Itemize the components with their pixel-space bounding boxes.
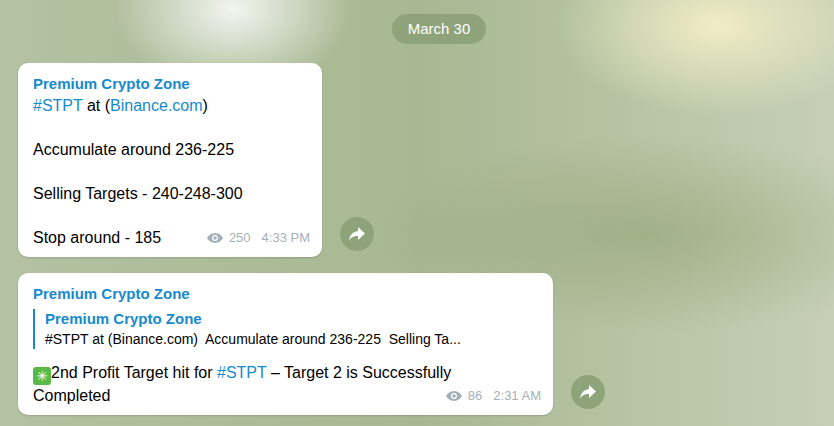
reply-bar (33, 309, 35, 349)
reply-text: #STPT at (Binance.com) Accumulate around… (45, 329, 461, 349)
line-text: ✳2nd Profit Target hit for #STPT – Targe… (33, 362, 451, 385)
line-text: Stop around - 185 (33, 227, 161, 249)
views-count: 86 (468, 385, 482, 407)
text-span: – Target 2 is Successfully (267, 364, 452, 381)
line-text: Accumulate around 236-225 (33, 139, 234, 161)
text-span: Selling Targets - 240-248-300 (33, 185, 243, 202)
message-row: Premium Crypto Zone#STPT at (Binance.com… (18, 63, 834, 257)
line-text: Selling Targets - 240-248-300 (33, 183, 243, 205)
text-span: Accumulate around 236-225 (33, 141, 234, 158)
message-row: Premium Crypto ZonePremium Crypto Zone#S… (18, 273, 834, 415)
sender-name[interactable]: Premium Crypto Zone (33, 283, 541, 305)
message-meta: 250 4:33 PM (196, 227, 310, 249)
message-time: 2:31 AM (493, 385, 541, 407)
sender-name[interactable]: Premium Crypto Zone (33, 73, 310, 95)
message-line: Selling Targets - 240-248-300 (33, 183, 310, 205)
line-text: Completed (33, 385, 110, 407)
text-span: ) (203, 97, 208, 114)
message-bubble: Premium Crypto ZonePremium Crypto Zone#S… (18, 273, 553, 415)
line-text: #STPT at (Binance.com) (33, 95, 208, 117)
forward-icon (348, 226, 366, 242)
message-meta: 86 2:31 AM (435, 385, 541, 407)
link[interactable]: #STPT (217, 364, 267, 381)
link[interactable]: #STPT (33, 97, 83, 114)
date-row: March 30 (44, 14, 834, 44)
message-line: Completed 86 2:31 AM (33, 385, 541, 407)
message-time: 4:33 PM (262, 227, 310, 249)
reply-quote[interactable]: Premium Crypto Zone#STPT at (Binance.com… (33, 309, 541, 349)
forward-icon (579, 384, 597, 400)
text-span: Stop around - 185 (33, 229, 161, 246)
message-line: ✳2nd Profit Target hit for #STPT – Targe… (33, 362, 541, 385)
views-icon (445, 390, 463, 402)
views-icon (206, 232, 224, 244)
text-span: Completed (33, 387, 110, 404)
emoji-icon: ✳ (33, 367, 51, 385)
message-line: Stop around - 185 250 4:33 PM (33, 227, 310, 249)
message-line: #STPT at (Binance.com) (33, 95, 310, 117)
message-line: Accumulate around 236-225 (33, 139, 310, 161)
reply-sender: Premium Crypto Zone (45, 309, 461, 329)
text-span: at ( (83, 97, 111, 114)
reply-content: Premium Crypto Zone#STPT at (Binance.com… (35, 309, 461, 349)
forward-button[interactable] (340, 217, 374, 251)
date-pill: March 30 (392, 14, 487, 44)
views-count: 250 (229, 227, 251, 249)
text-span: 2nd Profit Target hit for (51, 364, 217, 381)
message-bubble: Premium Crypto Zone#STPT at (Binance.com… (18, 63, 322, 257)
link[interactable]: Binance.com (110, 97, 203, 114)
forward-button[interactable] (571, 375, 605, 409)
